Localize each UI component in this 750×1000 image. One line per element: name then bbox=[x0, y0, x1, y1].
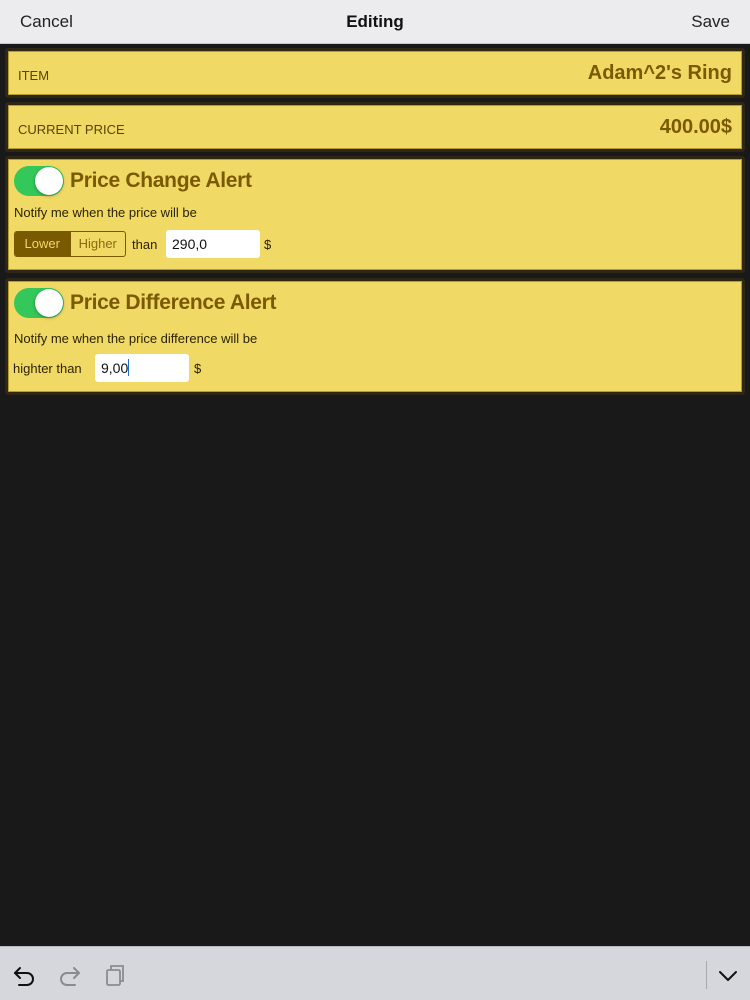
toolbar-divider bbox=[706, 961, 707, 989]
price-difference-value: 9,00 bbox=[101, 360, 129, 376]
navigation-bar: Cancel Editing Save bbox=[0, 0, 750, 44]
price-difference-currency: $ bbox=[194, 361, 202, 376]
toggle-knob bbox=[35, 289, 63, 317]
segment-lower[interactable]: Lower bbox=[15, 232, 70, 256]
than-label: than bbox=[132, 237, 158, 252]
segment-higher[interactable]: Higher bbox=[69, 232, 126, 256]
price-change-description: Notify me when the price will be bbox=[14, 205, 197, 220]
price-difference-description: Notify me when the price difference will… bbox=[14, 331, 258, 346]
redo-icon[interactable] bbox=[58, 963, 82, 987]
item-value: Adam^2's Ring bbox=[587, 62, 732, 84]
lower-higher-segmented-control: Lower Higher bbox=[14, 231, 126, 257]
current-price-label: CURRENT PRICE bbox=[18, 122, 125, 137]
price-change-alert-toggle[interactable] bbox=[14, 166, 64, 196]
toggle-knob bbox=[35, 167, 63, 195]
current-price-value: 400.00$ bbox=[659, 116, 732, 138]
price-threshold-input[interactable]: 290,0 bbox=[166, 230, 260, 258]
item-label: ITEM bbox=[18, 68, 50, 83]
item-row: ITEM Adam^2's Ring bbox=[5, 48, 745, 98]
highter-than-label: highter than bbox=[13, 361, 82, 376]
price-change-currency: $ bbox=[264, 237, 272, 252]
price-difference-alert-toggle[interactable] bbox=[14, 288, 64, 318]
price-difference-alert-title: Price Difference Alert bbox=[70, 291, 277, 314]
clipboard-icon[interactable] bbox=[103, 963, 127, 987]
price-change-alert-title: Price Change Alert bbox=[70, 169, 252, 192]
keyboard-shortcut-bar bbox=[0, 946, 750, 1000]
text-caret bbox=[128, 359, 130, 376]
price-change-alert-card: Price Change Alert Notify me when the pr… bbox=[5, 156, 745, 273]
save-button[interactable]: Save bbox=[691, 12, 730, 32]
keyboard-dismiss-icon[interactable] bbox=[716, 963, 740, 987]
page-title: Editing bbox=[346, 12, 404, 31]
current-price-row: CURRENT PRICE 400.00$ bbox=[5, 102, 745, 152]
price-difference-input[interactable]: 9,00 bbox=[95, 354, 189, 382]
undo-icon[interactable] bbox=[12, 963, 36, 987]
price-difference-alert-card: Price Difference Alert Notify me when th… bbox=[5, 278, 745, 395]
